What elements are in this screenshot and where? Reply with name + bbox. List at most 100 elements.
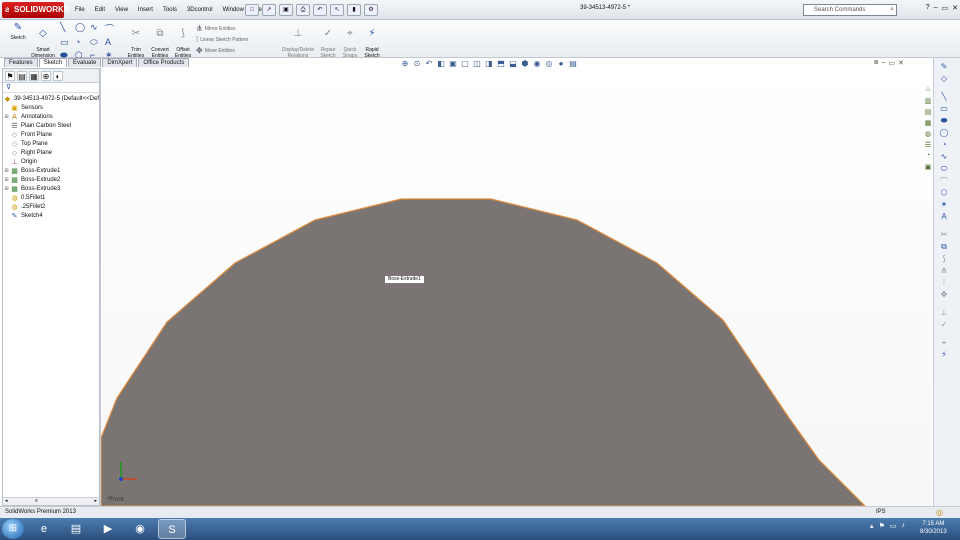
expand-icon[interactable]: ⊞ (3, 176, 10, 185)
property-manager-icon[interactable]: ▤ (17, 71, 27, 81)
tree-item[interactable]: ▣ Sensors (3, 104, 99, 113)
spline-icon[interactable]: ∿ (90, 22, 105, 35)
offset-tool-icon[interactable]: ⟆ (938, 254, 950, 263)
tab-dimxpert[interactable]: DimXpert (102, 58, 138, 67)
rapid-sketch-button[interactable]: ⚡ Rapid Sketch (362, 22, 382, 59)
offset-entities-button[interactable]: ⟆ Offset Entities (172, 22, 194, 59)
view-right-icon[interactable]: ◨ (484, 59, 494, 68)
isometric-icon[interactable]: ⬢ (520, 59, 530, 68)
circle-icon[interactable]: ◯ (75, 22, 90, 35)
save-icon[interactable]: ▣ (279, 4, 293, 16)
configuration-manager-icon[interactable]: ▦ (29, 71, 39, 81)
menu-view[interactable]: View (110, 5, 133, 17)
tree-item[interactable]: ◇ Front Plane (3, 131, 99, 140)
start-button[interactable]: ⊞ (2, 519, 24, 539)
solidworks-taskbar-icon[interactable]: S (158, 519, 186, 539)
tree-item[interactable]: ✎ Sketch4 (3, 212, 99, 221)
help-icon[interactable]: ? (926, 4, 930, 12)
snaps-tool-icon[interactable]: ⌖ (938, 338, 950, 348)
file-explorer-taskbar-icon[interactable]: ▤ (62, 519, 90, 539)
volume-icon[interactable]: ♪ (901, 522, 905, 530)
convert-entities-button[interactable]: ⧉ Convert Entities (148, 22, 172, 59)
scroll-thumb[interactable]: ≡ (35, 498, 38, 504)
search-commands-input[interactable]: Search Commands ⌕ (803, 4, 897, 16)
view-back-icon[interactable]: ▢ (460, 59, 470, 68)
smart-dimension-icon[interactable]: ◇ (938, 74, 950, 83)
view-top-icon[interactable]: ⬒ (496, 59, 506, 68)
sketch-button[interactable]: ✎ Sketch (6, 22, 30, 41)
feature-tree-icon[interactable]: ⚑ (5, 71, 15, 81)
close-icon[interactable]: ✕ (952, 4, 958, 12)
smart-dimension-button[interactable]: ◇ Smart Dimension (28, 22, 58, 59)
boss-extrude-face[interactable] (101, 198, 866, 506)
tree-item[interactable]: ◍ .25Fillet2 (3, 203, 99, 212)
repair-tool-icon[interactable]: ✓ (938, 320, 950, 329)
viewport-restore-icon[interactable]: ▭ (888, 59, 895, 67)
menu-tools[interactable]: Tools (158, 5, 182, 17)
text-tool-icon[interactable]: A (938, 212, 950, 221)
options-icon[interactable]: ⚙ (364, 4, 378, 16)
expand-icon[interactable]: ⊞ (3, 185, 10, 194)
mirror-tool-icon[interactable]: ⋔ (938, 266, 950, 275)
tree-item[interactable]: ◍ 0.5Fillet1 (3, 194, 99, 203)
repair-sketch-button[interactable]: ✓ Repair Sketch (318, 22, 338, 59)
tree-item[interactable]: ⊥ Origin (3, 158, 99, 167)
polygon-tool-icon[interactable]: ⬡ (938, 188, 950, 197)
clock[interactable]: 7:15 AM 8/30/2013 (920, 520, 947, 536)
arc-tool-icon[interactable]: ◔ (938, 140, 950, 149)
quick-snaps-button[interactable]: ⌖ Quick Snaps (340, 22, 360, 59)
sketch-edit-icon[interactable]: ✎ (938, 62, 950, 71)
tree-item[interactable]: ⊞ ▦ Boss-Extrude3 (3, 185, 99, 194)
tree-item[interactable]: ◇ Right Plane (3, 149, 99, 158)
undo-icon[interactable]: ↶ (313, 4, 327, 16)
linear-sketch-pattern-button[interactable]: ⁞ Linear Sketch Pattern (196, 35, 248, 44)
open-icon[interactable]: ↗ (262, 4, 276, 16)
action-center-icon[interactable]: ⚑ (879, 522, 885, 530)
rectangle-tool-icon[interactable]: ▭ (938, 104, 950, 113)
search-icon[interactable]: ⌕ (890, 5, 894, 15)
tab-features[interactable]: Features (4, 58, 38, 67)
tab-office-products[interactable]: Office Products (138, 58, 190, 67)
print-icon[interactable]: ⎙ (296, 4, 310, 16)
scroll-left-icon[interactable]: ◂ (5, 498, 8, 504)
menu-file[interactable]: File (70, 5, 90, 17)
tree-item[interactable]: ⊞ ▦ Boss-Extrude2 (3, 176, 99, 185)
viewport-minimize-icon[interactable]: – (881, 59, 885, 67)
move-tool-icon[interactable]: ✥ (938, 290, 950, 299)
arc-icon[interactable]: ◔ (75, 37, 90, 48)
point-tool-icon[interactable]: ✶ (938, 200, 950, 209)
zoom-to-fit-icon[interactable]: ⊕ (400, 59, 410, 68)
tree-item[interactable]: ☰ Plain Carbon Steel (3, 122, 99, 131)
new-document-icon[interactable]: □ (245, 4, 259, 16)
media-player-icon[interactable]: ▶ (94, 519, 122, 539)
tree-root[interactable]: ◆ 39-34513-4972-5 (Default<<Def (3, 95, 99, 104)
tree-item[interactable]: ◇ Top Plane (3, 140, 99, 149)
solidworks-logo[interactable]: ƨ SOLIDWORKS (2, 2, 69, 18)
tray-expand-icon[interactable]: ▴ (870, 522, 874, 530)
network-icon[interactable]: ▭ (890, 522, 897, 530)
graphics-area[interactable]: Boss-Extrude1 *Front (100, 68, 932, 506)
select-icon[interactable]: ↖ (330, 4, 344, 16)
rectangle-icon[interactable]: ▭ (60, 37, 75, 48)
menu-insert[interactable]: Insert (133, 5, 158, 17)
move-entities-button[interactable]: ✥ Move Entities (196, 46, 235, 55)
ellipse-tool-icon[interactable]: ⬭ (938, 164, 950, 174)
view-left-icon[interactable]: ◫ (472, 59, 482, 68)
relations-tool-icon[interactable]: ⊥ (938, 308, 950, 317)
minimize-icon[interactable]: – (934, 4, 938, 12)
ellipse-icon[interactable]: ⬭ (90, 37, 105, 48)
view-front-icon[interactable]: ▣ (448, 59, 458, 68)
tab-evaluate[interactable]: Evaluate (68, 58, 102, 67)
display-manager-icon[interactable]: ◐ (53, 71, 63, 81)
tree-item[interactable]: ⊞ A Annotations (3, 113, 99, 122)
appearance-icon[interactable]: ● (556, 59, 566, 68)
fillet-tool-icon[interactable]: ⌒ (938, 176, 950, 187)
tab-sketch[interactable]: Sketch (38, 58, 68, 67)
horizontal-scrollbar[interactable]: ◂ ≡ ▸ (3, 497, 99, 505)
rebuild-status-icon[interactable]: ◎ (936, 508, 943, 517)
circle-tool-icon[interactable]: ◯ (938, 128, 950, 137)
scene-icon[interactable]: ▤ (568, 59, 578, 68)
chrome-icon[interactable]: ◉ (126, 519, 154, 539)
expand-icon[interactable]: ⊞ (3, 113, 10, 122)
tree-item[interactable]: ⊞ ▦ Boss-Extrude1 (3, 167, 99, 176)
